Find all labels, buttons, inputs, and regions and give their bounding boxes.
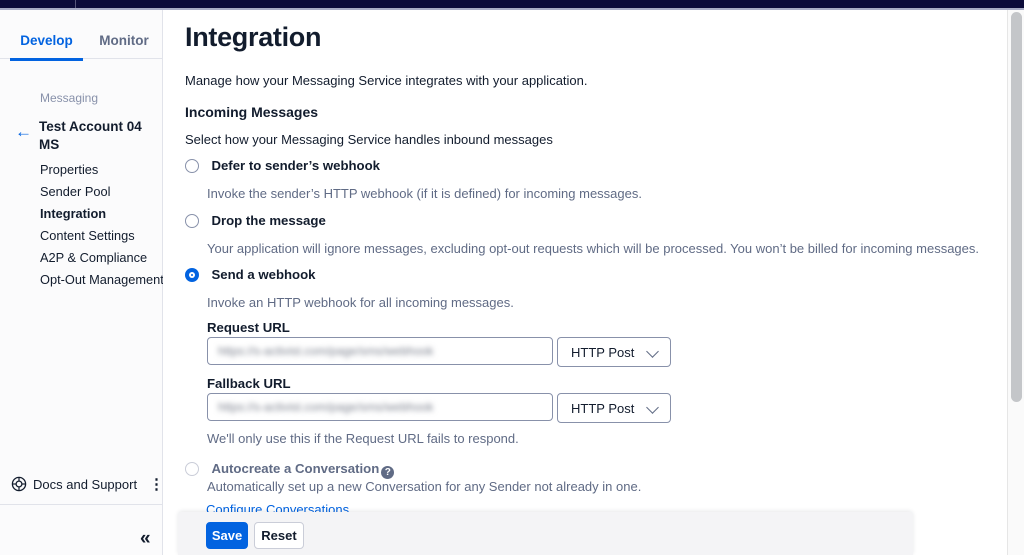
radio-option-autocreate-conversation[interactable]: Autocreate a Conversation? bbox=[185, 460, 965, 478]
sidebar-item-properties[interactable]: Properties bbox=[40, 159, 160, 181]
sidebar-tabs: Develop Monitor bbox=[0, 28, 162, 59]
overflow-menu-icon[interactable]: ⋮ bbox=[149, 475, 164, 493]
fallback-url-input[interactable]: https://s-activist.com/page/sms/webhook bbox=[207, 393, 553, 421]
reset-button[interactable]: Reset bbox=[254, 522, 304, 549]
sidebar-nav: Properties Sender Pool Integration Conte… bbox=[40, 159, 160, 291]
radio-label: Autocreate a Conversation bbox=[211, 461, 379, 476]
radio-description: Invoke the sender’s HTTP webhook (if it … bbox=[207, 186, 642, 201]
top-navigation-bar bbox=[0, 0, 1024, 10]
topbar-divider bbox=[75, 0, 76, 8]
radio-description: Your application will ignore messages, e… bbox=[207, 241, 979, 256]
sidebar-item-integration[interactable]: Integration bbox=[40, 203, 160, 225]
fallback-helper-text: We'll only use this if the Request URL f… bbox=[207, 431, 519, 446]
radio-option-send-webhook[interactable]: Send a webhook bbox=[185, 266, 965, 284]
scrollbar-track[interactable] bbox=[1007, 10, 1024, 555]
request-url-method-select[interactable]: HTTP Post bbox=[557, 337, 671, 367]
sidebar-divider bbox=[0, 504, 162, 505]
page-subtitle: Manage how your Messaging Service integr… bbox=[185, 73, 588, 88]
help-icon[interactable]: ? bbox=[381, 466, 394, 479]
radio-icon-selected[interactable] bbox=[185, 268, 199, 282]
radio-description: Invoke an HTTP webhook for all incoming … bbox=[207, 295, 514, 310]
chevron-down-icon bbox=[646, 345, 659, 358]
sidebar: Develop Monitor Messaging ← Test Account… bbox=[0, 10, 163, 555]
selected-method: HTTP Post bbox=[571, 401, 634, 416]
docs-and-support-label: Docs and Support bbox=[33, 477, 137, 492]
sidebar-item-a2p-compliance[interactable]: A2P & Compliance bbox=[40, 247, 160, 269]
page-title: Integration bbox=[185, 22, 321, 53]
docs-and-support[interactable]: Docs and Support ⋮ bbox=[0, 473, 162, 497]
radio-icon-disabled[interactable] bbox=[185, 462, 199, 476]
incoming-messages-heading: Incoming Messages bbox=[185, 104, 318, 120]
fallback-url-value-redacted: https://s-activist.com/page/sms/webhook bbox=[218, 400, 433, 414]
radio-label: Drop the message bbox=[211, 213, 325, 228]
radio-option-drop-message[interactable]: Drop the message bbox=[185, 212, 965, 230]
fallback-url-method-select[interactable]: HTTP Post bbox=[557, 393, 671, 423]
back-arrow-icon[interactable]: ← bbox=[15, 123, 32, 140]
chevron-down-icon bbox=[646, 401, 659, 414]
selected-method: HTTP Post bbox=[571, 345, 634, 360]
messaging-section-label: Messaging bbox=[40, 91, 98, 105]
radio-label: Defer to sender’s webhook bbox=[211, 158, 380, 173]
scrollbar-thumb[interactable] bbox=[1011, 12, 1022, 402]
radio-description: Automatically set up a new Conversation … bbox=[207, 479, 641, 494]
request-url-value-redacted: https://s-activist.com/page/sms/webhook bbox=[218, 344, 433, 358]
account-name: Test Account 04 MS bbox=[39, 118, 157, 154]
tab-develop[interactable]: Develop bbox=[10, 28, 83, 61]
radio-icon[interactable] bbox=[185, 159, 199, 173]
form-actions-bar: Save Reset bbox=[178, 512, 913, 555]
save-button[interactable]: Save bbox=[206, 522, 248, 549]
incoming-messages-description: Select how your Messaging Service handle… bbox=[185, 132, 553, 147]
request-url-input[interactable]: https://s-activist.com/page/sms/webhook bbox=[207, 337, 553, 365]
sidebar-item-opt-out-management[interactable]: Opt-Out Management bbox=[40, 269, 160, 291]
sidebar-item-sender-pool[interactable]: Sender Pool bbox=[40, 181, 160, 203]
radio-label: Send a webhook bbox=[211, 267, 315, 282]
life-buoy-icon bbox=[11, 476, 27, 497]
fallback-url-label: Fallback URL bbox=[207, 376, 291, 391]
request-url-label: Request URL bbox=[207, 320, 290, 335]
tab-monitor[interactable]: Monitor bbox=[95, 28, 153, 58]
radio-icon[interactable] bbox=[185, 214, 199, 228]
sidebar-item-content-settings[interactable]: Content Settings bbox=[40, 225, 160, 247]
radio-option-defer-webhook[interactable]: Defer to sender’s webhook bbox=[185, 157, 965, 175]
collapse-sidebar-button[interactable]: « bbox=[140, 528, 151, 550]
main-content: Integration Manage how your Messaging Se… bbox=[163, 10, 1006, 555]
